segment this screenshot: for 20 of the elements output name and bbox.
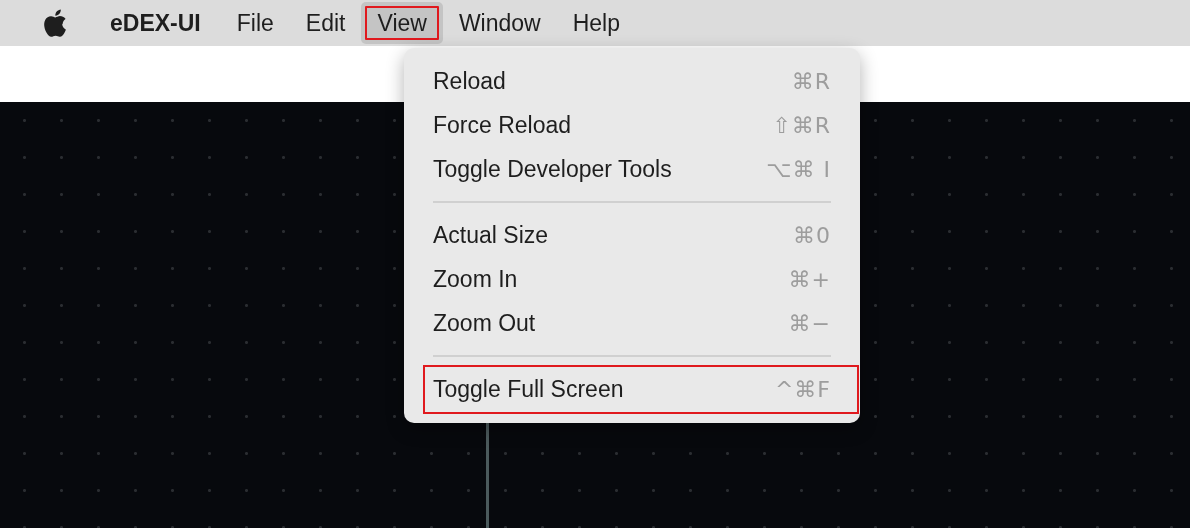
- app-name[interactable]: eDEX-UI: [110, 9, 201, 37]
- shortcut-label: ^⌘F: [774, 377, 831, 402]
- menu-bar-item[interactable]: Edit: [289, 2, 362, 44]
- shortcut-label: ⇧⌘R: [772, 112, 831, 138]
- menu-bar-item[interactable]: File: [220, 2, 290, 44]
- menu-item[interactable]: Force Reload ⇧⌘R: [404, 103, 860, 147]
- menu-item[interactable]: Reload ⌘R: [404, 59, 860, 103]
- menu-bar-item[interactable]: Window: [442, 2, 557, 44]
- shortcut-label: ⌘R: [791, 68, 831, 94]
- shortcut-label: ⌘−: [788, 310, 831, 336]
- menu-item[interactable]: Actual Size ⌘0: [404, 213, 860, 257]
- shortcut-label: ⌥⌘ I: [766, 156, 831, 182]
- menu-item[interactable]: Toggle Full Screen ^⌘F: [425, 367, 857, 412]
- menu-item[interactable]: Zoom Out ⌘−: [404, 301, 860, 345]
- menu-item[interactable]: Toggle Developer Tools ⌥⌘ I: [404, 147, 860, 191]
- shortcut-label: ⌘0: [793, 222, 831, 248]
- menu-item[interactable]: Zoom In ⌘+: [404, 257, 860, 301]
- menu-bar-item[interactable]: View: [361, 2, 443, 44]
- shortcut-label: ⌘+: [788, 266, 831, 292]
- menu-bar-item[interactable]: Help: [556, 2, 636, 44]
